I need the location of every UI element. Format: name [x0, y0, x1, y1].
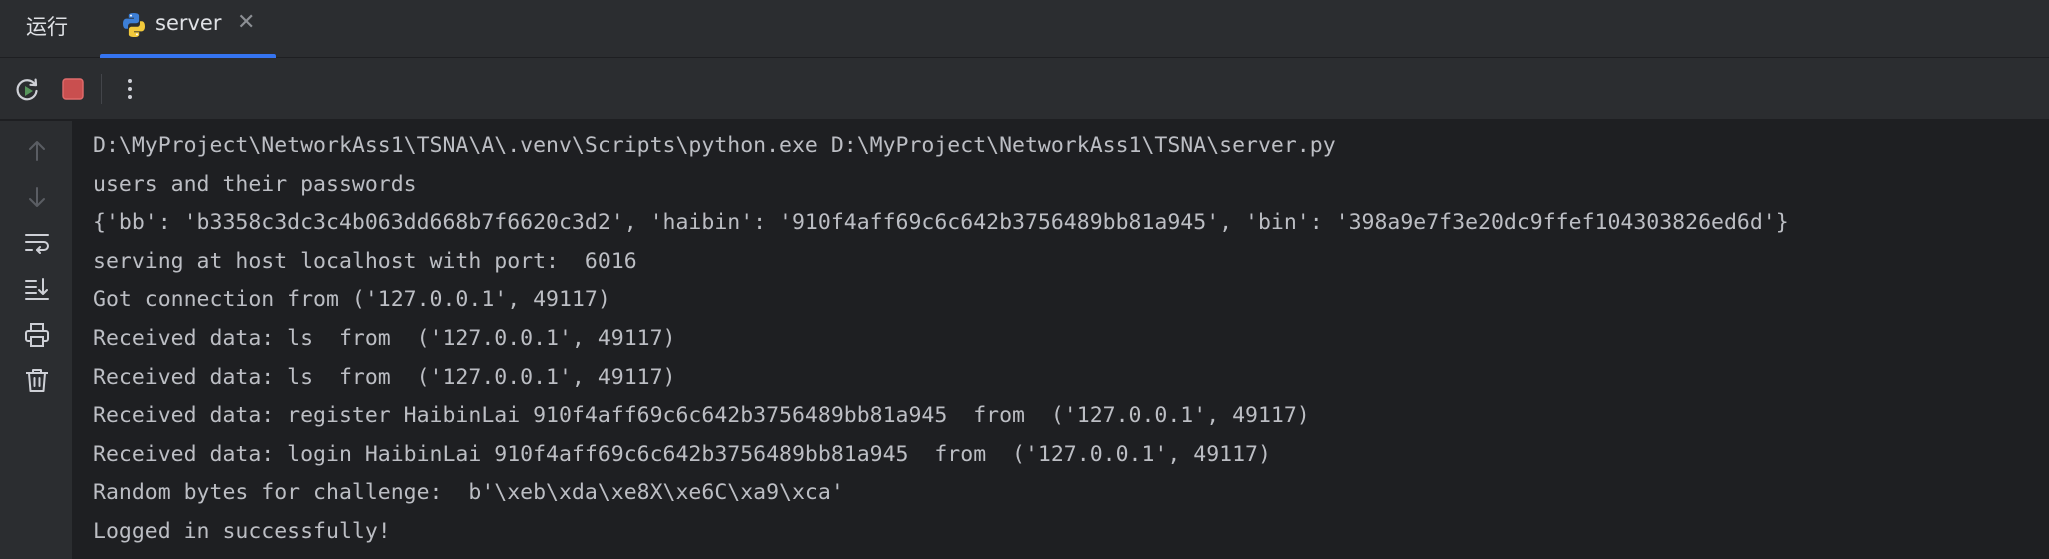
- toolbar-separator: [101, 74, 102, 104]
- run-toolbar: [0, 58, 2049, 120]
- python-icon: [120, 11, 148, 39]
- tool-window-header: 运行 server ✕: [0, 0, 2049, 58]
- console-line: Received data: register HaibinLai 910f4a…: [93, 403, 1310, 429]
- console-line: Logged in successfully!: [93, 518, 391, 544]
- scroll-to-end-icon[interactable]: [23, 275, 51, 303]
- run-tool-window: 运行 server ✕ D:\MyProject\NetworkAss1\TSN…: [0, 0, 2049, 559]
- rerun-icon[interactable]: [13, 75, 41, 103]
- print-icon[interactable]: [23, 321, 51, 349]
- console-line: Received data: ls from ('127.0.0.1', 491…: [93, 364, 676, 390]
- close-icon[interactable]: ✕: [237, 10, 255, 35]
- tool-window-title: 运行: [26, 15, 68, 39]
- trash-icon[interactable]: [23, 366, 51, 394]
- console-line: Got connection from ('127.0.0.1', 49117): [93, 287, 611, 313]
- soft-wrap-icon[interactable]: [23, 229, 51, 257]
- console-line: {'bb': 'b3358c3dc3c4b063dd668b7f6620c3d2…: [93, 210, 1789, 236]
- stop-icon[interactable]: [59, 75, 87, 103]
- console-line: Received data: login HaibinLai 910f4aff6…: [93, 441, 1271, 467]
- tab-server[interactable]: server ✕: [100, 0, 276, 58]
- console-side-toolbar: [0, 121, 73, 559]
- arrow-up-icon[interactable]: [23, 137, 51, 165]
- console-output[interactable]: D:\MyProject\NetworkAss1\TSNA\A\.venv\Sc…: [73, 121, 2049, 559]
- tab-label: server: [155, 11, 222, 35]
- console-line: serving at host localhost with port: 601…: [93, 248, 637, 274]
- more-vertical-icon[interactable]: [116, 75, 144, 103]
- arrow-down-icon[interactable]: [23, 183, 51, 211]
- console-line: Random bytes for challenge: b'\xeb\xda\x…: [93, 480, 844, 506]
- console-lines: D:\MyProject\NetworkAss1\TSNA\A\.venv\Sc…: [93, 127, 1789, 552]
- console-line: users and their passwords: [93, 171, 417, 197]
- console-line: Received data: ls from ('127.0.0.1', 491…: [93, 325, 676, 351]
- console-line: D:\MyProject\NetworkAss1\TSNA\A\.venv\Sc…: [93, 133, 1336, 158]
